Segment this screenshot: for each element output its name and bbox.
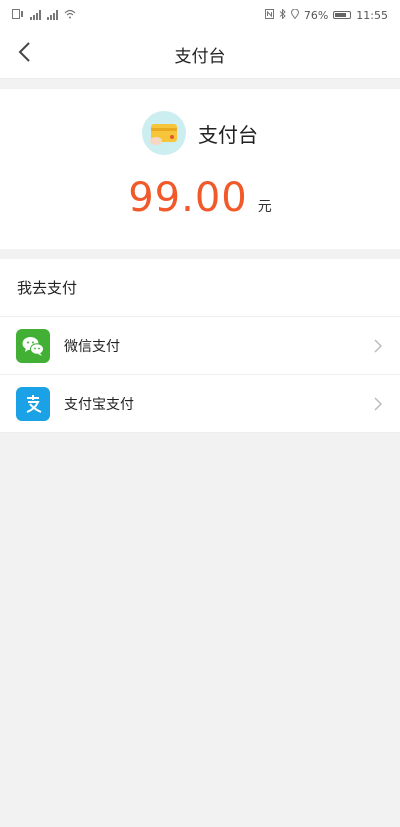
currency-unit: 元 bbox=[257, 199, 272, 215]
alipay-option[interactable]: 支付宝支付 bbox=[0, 375, 400, 433]
merchant: 支付台 bbox=[142, 111, 258, 155]
payment-section-title: 我去支付 bbox=[0, 259, 400, 317]
status-bar: 76% 11:55 bbox=[0, 0, 400, 30]
status-bar-left bbox=[12, 8, 76, 22]
wechat-icon bbox=[16, 328, 50, 363]
alipay-icon bbox=[16, 386, 50, 421]
alipay-label: 支付宝支付 bbox=[64, 396, 134, 413]
bluetooth-icon bbox=[279, 7, 286, 22]
chevron-right-icon bbox=[372, 395, 384, 413]
signal-icon bbox=[30, 10, 41, 20]
page-title: 支付台 bbox=[174, 46, 226, 67]
nfc-icon bbox=[264, 8, 274, 22]
order-summary: 支付台 99.00 元 bbox=[0, 89, 400, 249]
chevron-right-icon bbox=[372, 337, 384, 355]
nav-bar: 支付台 bbox=[0, 30, 400, 79]
spacer bbox=[0, 249, 400, 259]
merchant-name: 支付台 bbox=[198, 122, 258, 147]
sim-icon bbox=[12, 8, 24, 22]
payment-amount: 99.00 bbox=[128, 175, 248, 221]
wifi-icon bbox=[64, 9, 76, 22]
back-button[interactable] bbox=[8, 38, 40, 70]
status-bar-right: 76% 11:55 bbox=[264, 7, 388, 22]
battery-percent: 76% bbox=[303, 8, 329, 22]
wechat-pay-label: 微信支付 bbox=[64, 338, 120, 355]
wallet-logo-icon bbox=[142, 111, 186, 155]
location-icon bbox=[290, 8, 299, 22]
wechat-pay-option[interactable]: 微信支付 bbox=[0, 317, 400, 375]
signal-icon-2 bbox=[47, 10, 58, 20]
battery-icon bbox=[333, 11, 352, 19]
spacer bbox=[0, 79, 400, 89]
back-arrow-icon bbox=[17, 41, 31, 67]
amount-row: 99.00 元 bbox=[128, 175, 272, 221]
status-time: 11:55 bbox=[356, 8, 388, 22]
